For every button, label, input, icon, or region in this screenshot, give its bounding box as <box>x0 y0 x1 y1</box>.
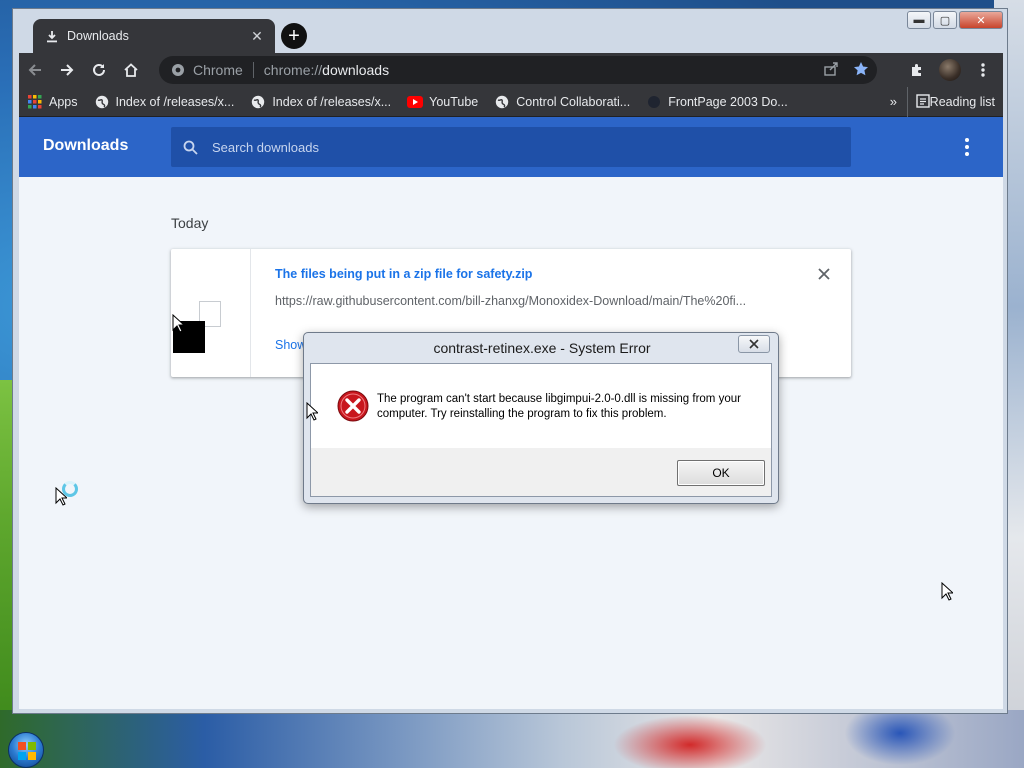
search-downloads-input[interactable]: Search downloads <box>171 127 851 167</box>
kebab-menu-icon <box>981 63 985 77</box>
site-chip[interactable]: Chrome <box>159 62 243 78</box>
extensions-button[interactable] <box>901 55 933 85</box>
bookmark-label: Apps <box>49 94 78 109</box>
error-message: The program can't start because libgimpu… <box>377 393 741 420</box>
bookmark-label: YouTube <box>429 94 479 109</box>
bookmark-frontpage[interactable]: FrontPage 2003 Do... <box>638 94 796 110</box>
dark-dot-icon <box>646 94 662 110</box>
system-error-dialog: contrast-retinex.exe - System Error The … <box>303 332 779 504</box>
bookmark-label: Index of /releases/x... <box>115 94 235 109</box>
forward-arrow-icon <box>61 64 74 76</box>
globe-icon <box>94 94 110 110</box>
bookmark-control-collaboration[interactable]: Control Collaborati... <box>486 94 638 110</box>
reading-list-button[interactable]: Reading list <box>906 87 1003 117</box>
omnibox-divider <box>252 62 254 78</box>
mouse-pointer-icon <box>306 402 318 421</box>
reading-list-icon <box>915 93 930 111</box>
error-icon <box>337 390 369 422</box>
mouse-pointer-icon <box>941 582 953 601</box>
dialog-content: The program can't start because libgimpu… <box>310 363 772 497</box>
url-path: downloads <box>322 62 390 78</box>
chrome-icon <box>172 64 184 76</box>
downloads-header: Downloads Search downloads <box>19 117 1003 177</box>
new-tab-button[interactable]: + <box>281 23 307 49</box>
toolbar-right <box>901 55 999 85</box>
start-button[interactable] <box>8 732 44 768</box>
reload-icon <box>93 63 105 76</box>
puzzle-icon <box>912 64 921 76</box>
ok-button[interactable]: OK <box>677 460 765 486</box>
home-button[interactable] <box>115 55 147 85</box>
dialog-body: The program can't start because libgimpu… <box>311 364 771 448</box>
search-icon <box>183 140 198 155</box>
download-icon <box>43 30 61 43</box>
bookmark-label: Control Collaborati... <box>516 94 631 109</box>
back-button[interactable] <box>19 55 51 85</box>
share-icon[interactable] <box>823 61 839 77</box>
bookmark-star-icon[interactable] <box>853 61 869 77</box>
search-placeholder: Search downloads <box>212 139 319 155</box>
globe-icon <box>494 94 510 110</box>
more-bookmarks-button[interactable]: » <box>890 94 897 109</box>
bookmark-label: Index of /releases/x... <box>272 94 392 109</box>
dialog-title: contrast-retinex.exe - System Error <box>433 340 651 356</box>
bookmark-index-releases-1[interactable]: Index of /releases/x... <box>86 94 243 110</box>
bookmark-apps[interactable]: Apps <box>19 94 86 110</box>
back-arrow-icon <box>28 64 41 76</box>
windows-flag-icon <box>18 742 36 760</box>
page-title: Downloads <box>43 137 129 154</box>
toolbar: Chrome chrome://downloads <box>19 53 1003 87</box>
close-icon <box>749 339 759 349</box>
busy-spinner-icon <box>62 481 78 497</box>
bookmark-index-releases-2[interactable]: Index of /releases/x... <box>242 94 399 110</box>
menu-button[interactable] <box>967 55 999 85</box>
mouse-pointer-icon <box>172 314 184 333</box>
file-thumbnail <box>171 249 251 377</box>
bookmark-label: FrontPage 2003 Do... <box>668 94 788 109</box>
youtube-icon <box>407 94 424 110</box>
remove-download-icon[interactable] <box>817 267 831 281</box>
reading-list-label: Reading list <box>929 95 995 109</box>
section-date: Today <box>171 215 209 231</box>
tab-title: Downloads <box>67 29 129 43</box>
bookmarks-bar: Apps Index of /releases/x... Index of /r… <box>19 87 1003 117</box>
forward-button[interactable] <box>51 55 83 85</box>
profile-avatar[interactable] <box>939 59 961 81</box>
reload-button[interactable] <box>83 55 115 85</box>
url-scheme: chrome:// <box>263 62 323 78</box>
taskbar-area <box>0 710 1024 768</box>
downloads-menu-button[interactable] <box>957 137 977 157</box>
home-icon <box>124 63 138 77</box>
dialog-close-button[interactable] <box>738 335 770 353</box>
globe-icon <box>250 94 266 110</box>
close-tab-icon[interactable]: ✕ <box>249 28 265 45</box>
download-file-link[interactable]: The files being put in a zip file for sa… <box>275 267 532 281</box>
bookmark-youtube[interactable]: YouTube <box>399 94 486 110</box>
apps-grid-icon <box>27 94 43 110</box>
tab-downloads[interactable]: Downloads ✕ <box>33 19 275 53</box>
download-source-url[interactable]: https://raw.githubusercontent.com/bill-z… <box>275 294 775 308</box>
omnibox-actions <box>823 61 869 77</box>
address-bar[interactable]: Chrome chrome://downloads <box>159 56 877 84</box>
site-label: Chrome <box>193 62 243 78</box>
